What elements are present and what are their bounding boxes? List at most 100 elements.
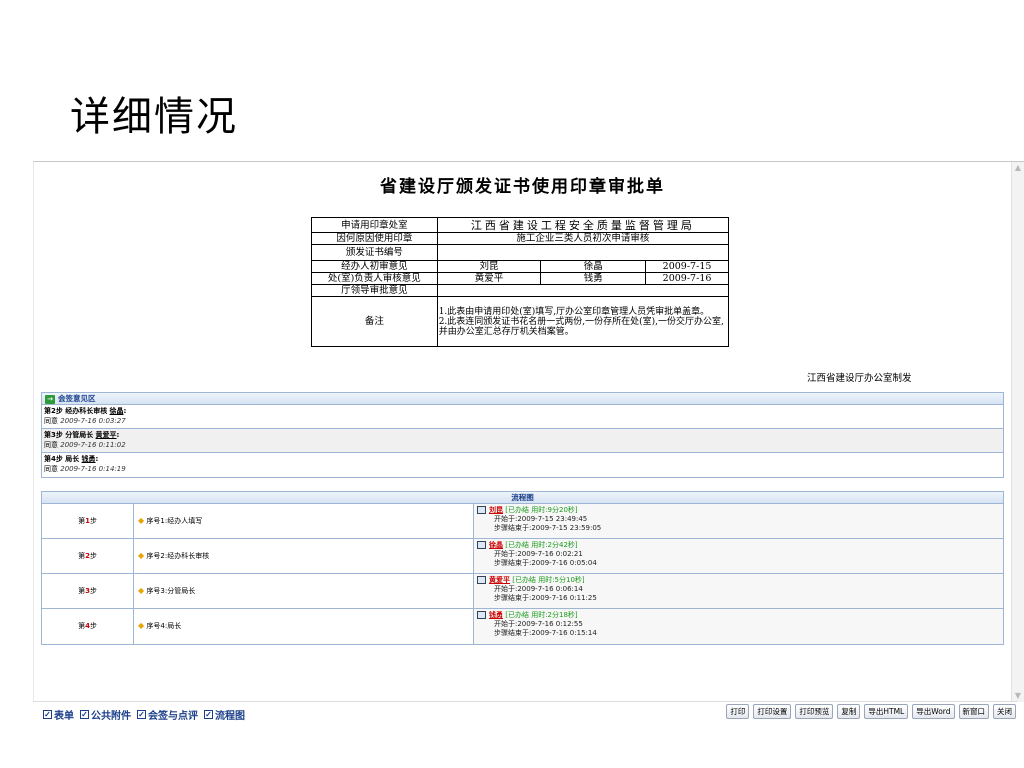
- flow-end: 步骤结束于:2009-7-16 0:05:04: [494, 559, 597, 567]
- countersign-header: → 会签意见区: [42, 393, 1003, 405]
- handler-label: 经办人初审意见: [311, 260, 438, 273]
- print-preview-button[interactable]: 打印预览: [795, 704, 834, 719]
- flow-node: ◆ 序号2:经办科长审核: [134, 539, 474, 573]
- vertical-scrollbar[interactable]: ▲ ▼: [1011, 162, 1024, 702]
- flow-row: 第2步 ◆ 序号2:经办科长审核 徐晶 [已办结 用时:2分42秒] 开始于:2…: [42, 539, 1003, 574]
- applicant-value: 江西省建设工程安全质量监督管理局: [436, 217, 730, 233]
- cert-no-value: [436, 244, 730, 261]
- flow-handler[interactable]: 徐晶: [489, 541, 503, 549]
- flow-handler[interactable]: 钱勇: [489, 611, 503, 619]
- flow-status: [已办结 用时:2分18秒]: [505, 611, 578, 619]
- go-icon: →: [45, 394, 55, 404]
- signature-opinion: 同意: [44, 417, 58, 425]
- flowchart-header: 流程图: [42, 492, 1003, 504]
- notes-line-1: 1.此表由申请用印处(室)填写,厅办公室印章管理人员凭审批单盖章。: [438, 306, 710, 317]
- flow-end: 步骤结束于:2009-7-16 0:11:25: [494, 594, 597, 602]
- signature-name[interactable]: 徐晶: [110, 407, 124, 415]
- cert-no-label: 颁发证书编号: [311, 244, 438, 261]
- flow-row: 第4步 ◆ 序号4:局长 钱勇 [已办结 用时:2分18秒] 开始于:2009-…: [42, 609, 1003, 644]
- flow-start: 开始于:2009-7-15 23:49:45: [494, 515, 588, 523]
- office-name-1: 黄爱平: [436, 272, 542, 285]
- flow-detail: 黄爱平 [已办结 用时:5分10秒] 开始于:2009-7-16 0:06:14…: [474, 574, 1003, 608]
- document-icon: [477, 611, 486, 619]
- flowchart-panel: 流程图 第1步 ◆ 序号1:经办人填写 刘昆 [已办结 用时:9分20秒] 开始…: [41, 491, 1004, 645]
- new-window-button[interactable]: 新窗口: [958, 704, 989, 719]
- office-date: 2009-7-16: [645, 272, 729, 285]
- checkbox-countersign[interactable]: ✓ 会签与点评: [137, 707, 198, 722]
- scroll-up-icon[interactable]: ▲: [1012, 162, 1024, 174]
- office-name-2: 钱勇: [540, 272, 647, 285]
- signature-time: 2009-7-16 0:14:19: [60, 465, 126, 473]
- signature-step: 第2步 经办科长审核: [44, 407, 108, 415]
- flow-start: 开始于:2009-7-16 0:06:14: [494, 585, 583, 593]
- checkbox-flowchart[interactable]: ✓ 流程图: [204, 707, 245, 722]
- copy-button[interactable]: 复制: [837, 704, 861, 719]
- signature-step: 第4步 局长: [44, 455, 80, 463]
- countersign-panel: → 会签意见区 第2步 经办科长审核 徐晶: 同意 2009-7-16 0:03:…: [41, 392, 1004, 478]
- signature-opinion: 同意: [44, 465, 58, 473]
- signature-name[interactable]: 钱勇: [82, 455, 96, 463]
- flow-node-label: 序号3:分管局长: [146, 587, 196, 595]
- print-button[interactable]: 打印: [726, 704, 750, 719]
- signature-time: 2009-7-16 0:11:02: [60, 441, 126, 449]
- signature-time: 2009-7-16 0:03:27: [60, 417, 126, 425]
- action-buttons: 打印 打印设置 打印预览 复制 导出HTML 导出Word 新窗口 关闭: [726, 704, 1016, 719]
- export-html-button[interactable]: 导出HTML: [864, 704, 909, 719]
- flow-detail: 徐晶 [已办结 用时:2分42秒] 开始于:2009-7-16 0:02:21 …: [474, 539, 1003, 573]
- flow-start: 开始于:2009-7-16 0:12:55: [494, 620, 583, 628]
- diamond-icon: ◆: [138, 516, 145, 525]
- print-settings-button[interactable]: 打印设置: [753, 704, 792, 719]
- document-icon: [477, 541, 486, 549]
- signature-opinion: 同意: [44, 441, 58, 449]
- diamond-icon: ◆: [138, 551, 145, 560]
- countersign-header-label: 会签意见区: [58, 394, 96, 403]
- diamond-icon: ◆: [138, 586, 145, 595]
- flow-node: ◆ 序号4:局长: [134, 609, 474, 644]
- flow-status: [已办结 用时:9分20秒]: [505, 506, 578, 514]
- handler-date: 2009-7-15: [645, 260, 729, 273]
- checkbox-icon[interactable]: ✓: [43, 710, 52, 719]
- checkbox-form[interactable]: ✓ 表单: [43, 707, 74, 722]
- leader-value: [436, 284, 730, 297]
- flow-node: ◆ 序号1:经办人填写: [134, 504, 474, 538]
- flow-row: 第1步 ◆ 序号1:经办人填写 刘昆 [已办结 用时:9分20秒] 开始于:20…: [42, 504, 1003, 539]
- signature-item: 第4步 局长 钱勇: 同意 2009-7-16 0:14:19: [44, 455, 126, 473]
- signature-item: 第3步 分管局长 黄爱平: 同意 2009-7-16 0:11:02: [42, 429, 1003, 453]
- flow-node-label: 序号4:局长: [146, 622, 182, 630]
- flow-node-label: 序号1:经办人填写: [146, 517, 203, 525]
- flow-step: 第1步: [42, 504, 134, 538]
- close-button[interactable]: 关闭: [993, 704, 1016, 719]
- flow-end: 步骤结束于:2009-7-16 0:15:14: [494, 629, 597, 637]
- flow-handler[interactable]: 黄爱平: [489, 576, 510, 584]
- flow-step: 第4步: [42, 609, 134, 644]
- handler-name-2: 徐晶: [540, 260, 647, 273]
- checkbox-icon[interactable]: ✓: [137, 710, 146, 719]
- signature-name[interactable]: 黄爱平: [96, 431, 117, 439]
- flow-detail: 钱勇 [已办结 用时:2分18秒] 开始于:2009-7-16 0:12:55 …: [474, 609, 1003, 644]
- flow-handler[interactable]: 刘昆: [489, 506, 503, 514]
- flow-status: [已办结 用时:2分42秒]: [505, 541, 578, 549]
- checkbox-icon[interactable]: ✓: [80, 710, 89, 719]
- bottom-toolbar: ✓ 表单 ✓ 公共附件 ✓ 会签与点评 ✓ 流程图 打印 打印设置 打印预览 复制 导出…: [33, 701, 1018, 723]
- leader-label: 厅领导审批意见: [311, 284, 438, 297]
- signature-step: 第3步 分管局长: [44, 431, 94, 439]
- flow-end: 步骤结束于:2009-7-15 23:59:05: [494, 524, 602, 532]
- checkbox-icon[interactable]: ✓: [204, 710, 213, 719]
- handler-name-1: 刘昆: [436, 260, 542, 273]
- flow-start: 开始于:2009-7-16 0:02:21: [494, 550, 583, 558]
- flow-node-label: 序号2:经办科长审核: [146, 552, 210, 560]
- notes-label: 备注: [311, 296, 438, 347]
- flow-step: 第3步: [42, 574, 134, 608]
- notes-value: 1.此表由申请用印处(室)填写,厅办公室印章管理人员凭审批单盖章。 2.此表连同…: [436, 296, 730, 347]
- document-icon: [477, 576, 486, 584]
- embedded-screenshot: ▲ ▼ 省建设厅颁发证书使用印章审批单 申请用印章处室 江西省建设工程安全质量监…: [33, 161, 1024, 723]
- slide-title: 详细情况: [70, 94, 238, 140]
- document-icon: [477, 506, 486, 514]
- checkbox-attachments[interactable]: ✓ 公共附件: [80, 707, 131, 722]
- flow-step: 第2步: [42, 539, 134, 573]
- issuer-text: 江西省建设厅办公室制发: [807, 373, 912, 384]
- flow-row: 第3步 ◆ 序号3:分管局长 黄爱平 [已办结 用时:5分10秒] 开始于:20…: [42, 574, 1003, 609]
- flow-node: ◆ 序号3:分管局长: [134, 574, 474, 608]
- export-word-button[interactable]: 导出Word: [912, 704, 955, 719]
- office-label: 处(室)负责人审核意见: [311, 272, 438, 285]
